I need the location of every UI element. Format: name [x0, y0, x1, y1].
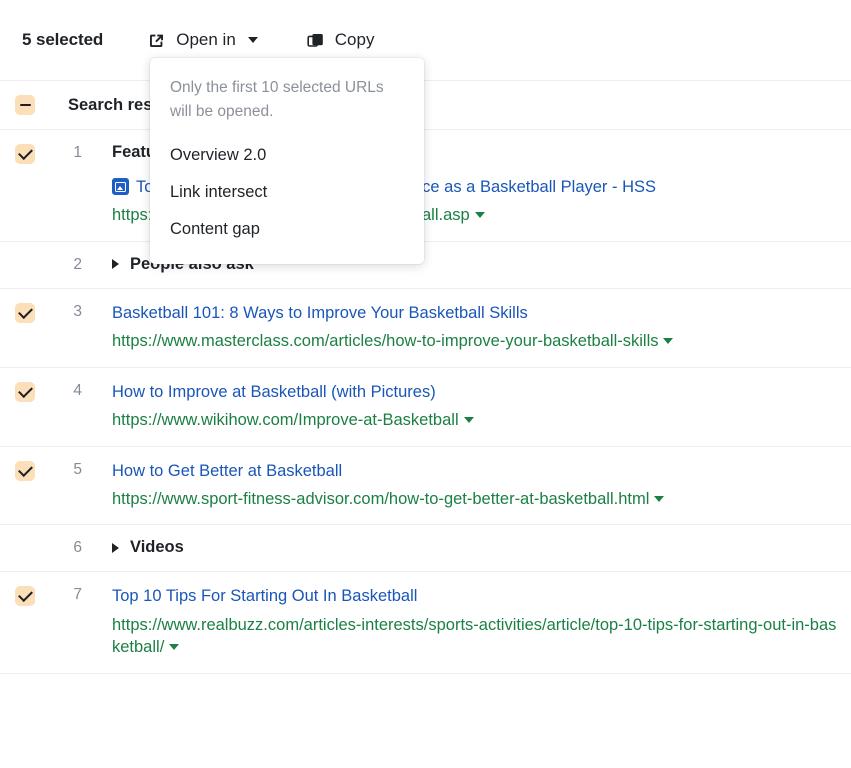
open-in-button[interactable]: Open in: [147, 30, 258, 50]
table-row: 6 Videos: [0, 524, 851, 571]
menu-item-link-intersect[interactable]: Link intersect: [150, 174, 424, 211]
row-position: 7: [50, 572, 82, 604]
table-row: 5 How to Get Better at Basketball https:…: [0, 446, 851, 525]
chevron-right-icon[interactable]: [112, 259, 119, 269]
result-url[interactable]: https://www.realbuzz.com/articles-intere…: [112, 614, 837, 659]
result-title-link[interactable]: How to Improve at Basketball (with Pictu…: [112, 381, 837, 403]
url-dropdown-caret-icon[interactable]: [169, 644, 179, 650]
selection-toolbar: 5 selected Open in Copy: [0, 0, 851, 80]
table-row: 2 People also ask: [0, 241, 851, 288]
table-row: 4 How to Improve at Basketball (with Pic…: [0, 367, 851, 446]
row-content: How to Get Better at Basketball https://…: [82, 447, 837, 525]
group-videos[interactable]: Videos: [112, 538, 837, 557]
url-dropdown-caret-icon[interactable]: [654, 496, 664, 502]
external-link-icon: [147, 31, 166, 50]
copy-stacked-squares-icon: [306, 31, 325, 50]
row-checkbox[interactable]: [15, 382, 35, 402]
row-content: Basketball 101: 8 Ways to Improve Your B…: [82, 289, 837, 367]
image-thumbnail-icon: [112, 178, 129, 195]
search-results-header-row: Search results: [0, 80, 851, 129]
group-label: Videos: [130, 538, 184, 557]
row-checkbox[interactable]: [15, 461, 35, 481]
check-icon: [18, 383, 33, 398]
copy-label: Copy: [335, 30, 375, 50]
row-content: Videos: [82, 525, 837, 571]
check-icon: [18, 304, 33, 319]
open-in-tooltip-note: Only the first 10 selected URLs will be …: [150, 76, 424, 137]
row-content: Top 10 Tips For Starting Out In Basketba…: [82, 572, 837, 672]
menu-item-content-gap[interactable]: Content gap: [150, 211, 424, 248]
row-checkbox-cell: [0, 130, 50, 164]
table-row: 1 Featured snippet Top 10 Tips to Improv…: [0, 129, 851, 241]
chevron-right-icon[interactable]: [112, 543, 119, 553]
result-url-text: https://www.wikihow.com/Improve-at-Baske…: [112, 411, 459, 429]
open-in-dropdown-menu: Only the first 10 selected URLs will be …: [150, 58, 424, 264]
url-dropdown-caret-icon[interactable]: [663, 338, 673, 344]
header-checkbox-cell: [0, 95, 50, 115]
row-checkbox[interactable]: [15, 144, 35, 164]
serp-results-list: Search results 1 Featured snippet Top 10…: [0, 80, 851, 674]
check-icon: [18, 462, 33, 477]
row-position: 2: [50, 242, 82, 274]
menu-item-overview-2-0[interactable]: Overview 2.0: [150, 137, 424, 174]
row-checkbox-cell: [0, 289, 50, 323]
result-url[interactable]: https://www.wikihow.com/Improve-at-Baske…: [112, 409, 837, 432]
result-url-text: https://www.sport-fitness-advisor.com/ho…: [112, 490, 649, 508]
table-row: 7 Top 10 Tips For Starting Out In Basket…: [0, 571, 851, 672]
indeterminate-dash-icon: [20, 104, 31, 107]
check-icon: [18, 588, 33, 603]
select-all-checkbox[interactable]: [15, 95, 35, 115]
url-dropdown-caret-icon[interactable]: [464, 417, 474, 423]
url-dropdown-caret-icon[interactable]: [475, 212, 485, 218]
result-url-text: https://www.realbuzz.com/articles-intere…: [112, 616, 836, 657]
check-icon: [18, 145, 33, 160]
result-url-text: https://www.masterclass.com/articles/how…: [112, 332, 658, 350]
row-position: 3: [50, 289, 82, 321]
row-checkbox-cell: [0, 368, 50, 402]
row-position: 5: [50, 447, 82, 479]
row-position: 1: [50, 130, 82, 162]
row-checkbox[interactable]: [15, 303, 35, 323]
row-content: How to Improve at Basketball (with Pictu…: [82, 368, 837, 446]
result-title-link[interactable]: Top 10 Tips For Starting Out In Basketba…: [112, 585, 837, 607]
result-title-link[interactable]: Basketball 101: 8 Ways to Improve Your B…: [112, 302, 837, 324]
open-in-label: Open in: [176, 30, 236, 50]
copy-button[interactable]: Copy: [306, 30, 375, 50]
row-checkbox-cell: [0, 447, 50, 481]
row-position: 4: [50, 368, 82, 400]
row-position: 6: [50, 525, 82, 557]
row-checkbox-cell: [0, 572, 50, 606]
result-title-link[interactable]: How to Get Better at Basketball: [112, 460, 837, 482]
selected-count-label: 5 selected: [22, 30, 103, 50]
result-url[interactable]: https://www.sport-fitness-advisor.com/ho…: [112, 488, 837, 511]
chevron-down-icon: [248, 37, 258, 43]
table-row: 3 Basketball 101: 8 Ways to Improve Your…: [0, 288, 851, 367]
row-checkbox[interactable]: [15, 586, 35, 606]
result-url[interactable]: https://www.masterclass.com/articles/how…: [112, 330, 837, 353]
list-bottom-divider: [0, 673, 851, 674]
